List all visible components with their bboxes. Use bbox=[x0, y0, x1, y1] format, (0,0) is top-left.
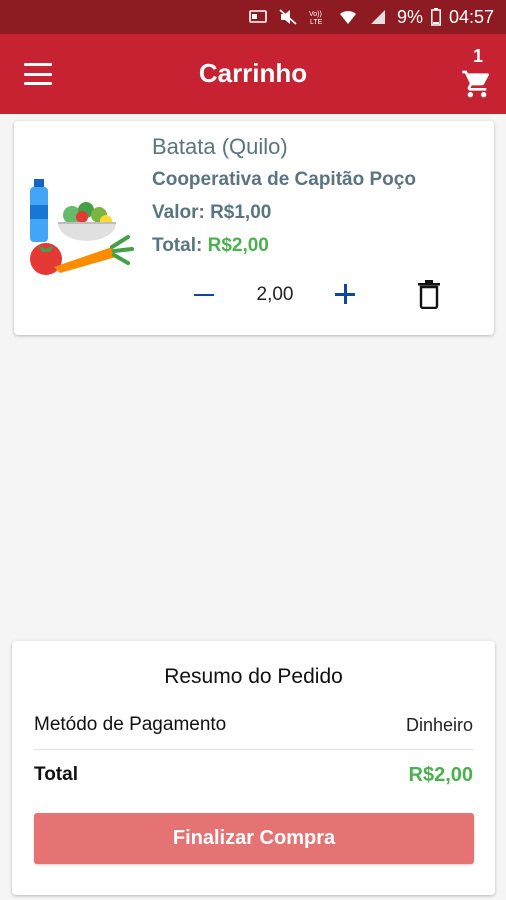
wifi-icon bbox=[337, 7, 359, 27]
svg-text:LTE: LTE bbox=[310, 19, 323, 26]
item-total: Total: R$2,00 bbox=[152, 235, 269, 257]
item-total-value: R$2,00 bbox=[207, 235, 269, 256]
app-bar: Carrinho 1 bbox=[0, 34, 506, 114]
trash-icon bbox=[418, 280, 440, 310]
cart-item-card: Batata (Quilo) Cooperativa de Capitão Po… bbox=[14, 121, 494, 335]
quantity-value: 2,00 bbox=[256, 284, 294, 305]
product-name: Batata (Quilo) bbox=[152, 134, 288, 159]
battery-icon bbox=[431, 7, 441, 27]
mute-icon bbox=[277, 7, 299, 27]
cooperative-name: Cooperativa de Capitão Poço bbox=[152, 169, 416, 190]
order-total-label: Total bbox=[34, 764, 78, 785]
volte-icon: Vo)) LTE bbox=[307, 7, 329, 27]
clock: 04:57 bbox=[448, 6, 494, 27]
minus-icon bbox=[194, 293, 214, 297]
cart-icon bbox=[462, 70, 490, 98]
item-total-label: Total: bbox=[152, 235, 208, 256]
decrease-quantity-button[interactable] bbox=[190, 281, 218, 309]
finalize-purchase-button[interactable]: Finalizar Compra bbox=[34, 813, 474, 864]
increase-quantity-button[interactable] bbox=[330, 279, 360, 309]
status-bar: Vo)) LTE 9% 04:57 bbox=[0, 0, 506, 34]
summary-title: Resumo do Pedido bbox=[164, 665, 343, 688]
payment-method-label: Metódo de Pagamento bbox=[34, 714, 227, 735]
battery-percent: 9% bbox=[396, 6, 423, 27]
divider bbox=[34, 749, 473, 750]
cart-button[interactable]: 1 bbox=[458, 44, 498, 106]
payment-method-value[interactable]: Dinheiro bbox=[406, 715, 473, 736]
product-image bbox=[30, 179, 134, 275]
order-total-value: R$2,00 bbox=[408, 764, 474, 786]
unit-price: Valor: R$1,00 bbox=[152, 202, 272, 223]
order-summary-card: Resumo do Pedido Metódo de Pagamento Din… bbox=[12, 641, 495, 895]
signal-icon bbox=[367, 7, 389, 27]
page-title: Carrinho bbox=[198, 58, 308, 88]
cast-icon bbox=[247, 7, 269, 27]
cart-count-badge: 1 bbox=[472, 46, 483, 66]
svg-text:Vo)): Vo)) bbox=[309, 11, 322, 18]
delete-item-button[interactable] bbox=[416, 279, 442, 310]
